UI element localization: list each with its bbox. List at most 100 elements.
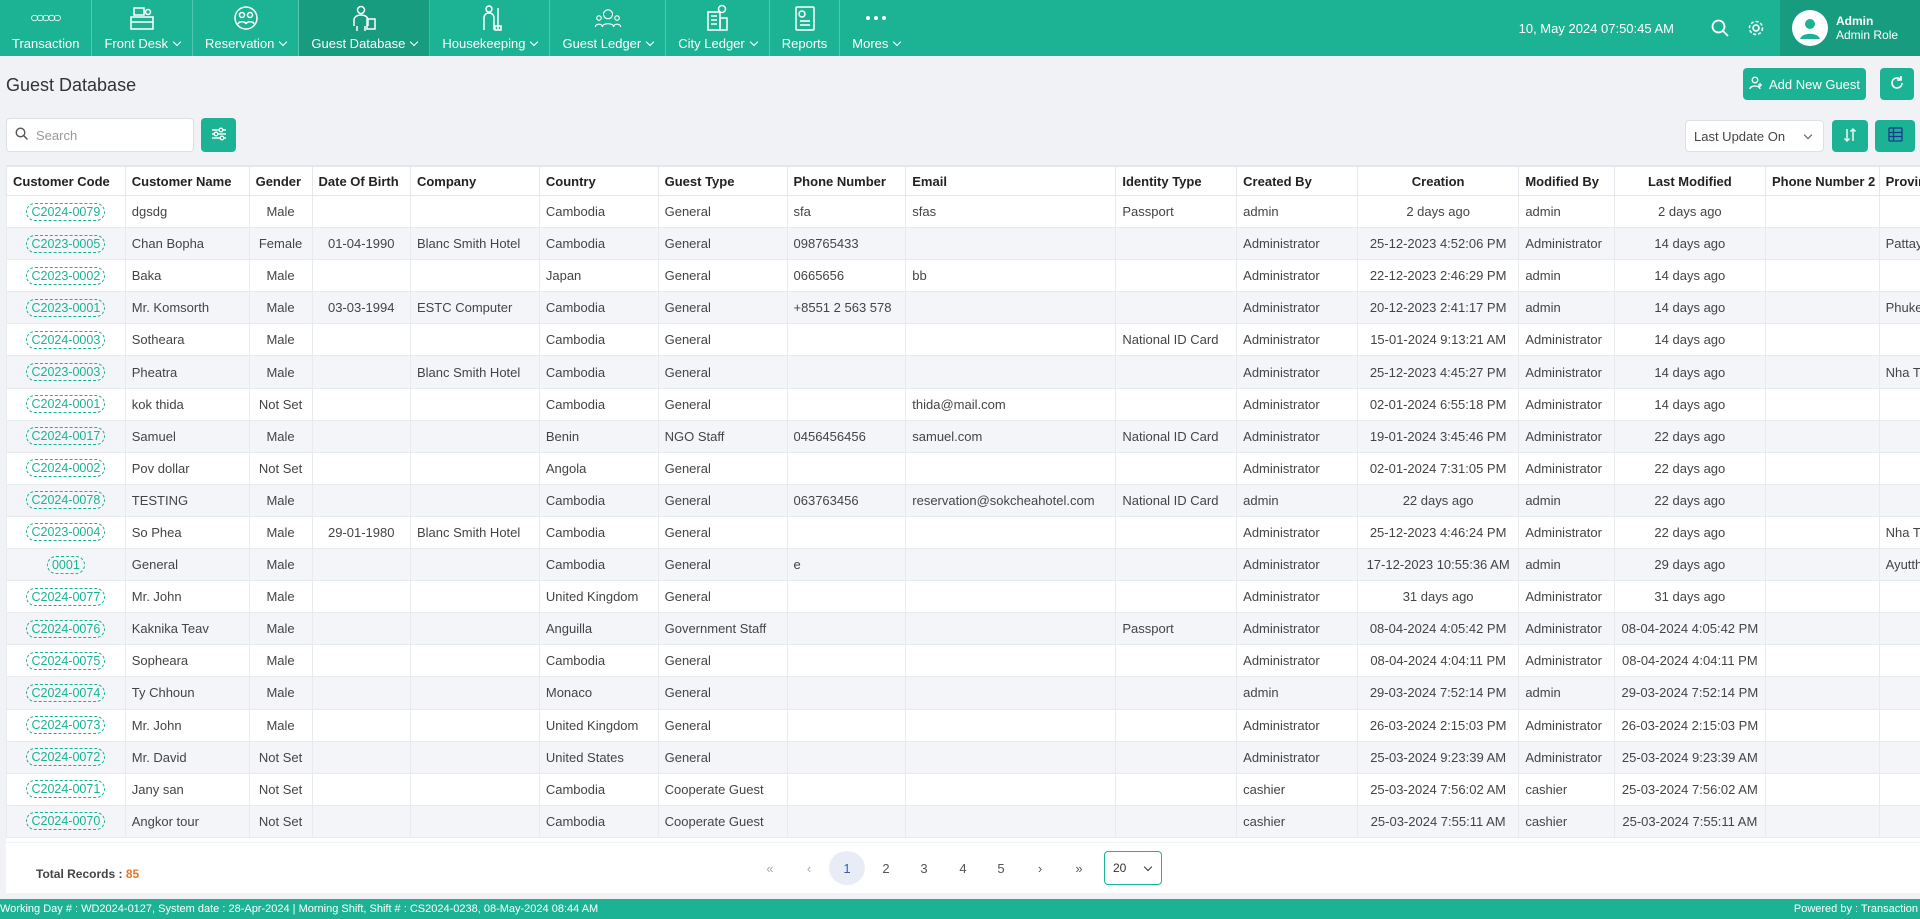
gear-icon[interactable] <box>1738 10 1774 46</box>
table-row[interactable]: C2024-0079 dgsdg Male Cambodia General sfa sfa… <box>6 194 1920 229</box>
customer-code-badge[interactable]: C2024-0079 <box>26 202 106 221</box>
customer-code-badge[interactable]: C2024-0070 <box>26 812 106 831</box>
customer-code-badge[interactable]: C2024-0017 <box>26 427 106 446</box>
table-cell: 29-03-2024 7:52:14 PM <box>1356 676 1520 710</box>
customer-code-badge[interactable]: C2024-0073 <box>26 716 106 735</box>
prev-page-button[interactable]: ‹ <box>791 851 827 885</box>
user-menu[interactable]: Admin Admin Role <box>1780 0 1920 56</box>
column-header[interactable]: Customer Name <box>124 166 250 196</box>
table-row[interactable]: C2024-0070 Angkor tour Not Set Cambodia Coop… <box>6 804 1920 838</box>
customer-code-badge[interactable]: C2024-0071 <box>26 780 106 799</box>
page-button-2[interactable]: 2 <box>868 851 904 885</box>
table-row[interactable]: C2024-0001 kok thida Not Set Cambodia Genera… <box>6 387 1920 421</box>
column-header[interactable]: Created By <box>1236 166 1358 196</box>
nav-housekeeping[interactable]: Housekeeping <box>430 0 551 56</box>
column-header[interactable]: Customer Code <box>6 166 126 196</box>
table-row[interactable]: C2023-0001 Mr. Komsorth Male 03-03-1994 ESTC… <box>6 291 1920 325</box>
sort-by-select[interactable]: Last Update On <box>1685 120 1824 152</box>
next-page-button[interactable]: › <box>1022 851 1058 885</box>
customer-code-badge[interactable]: C2023-0005 <box>26 234 106 253</box>
column-header[interactable]: Identity Type <box>1115 166 1238 196</box>
table-cell <box>1878 323 1920 357</box>
column-header[interactable]: Guest Type <box>657 166 788 196</box>
table-cell: Administrator <box>1236 548 1358 582</box>
customer-code-badge[interactable]: C2023-0002 <box>26 266 106 285</box>
table-row[interactable]: C2024-0077 Mr. John Male United Kingdom Gene… <box>6 580 1920 614</box>
page-button-4[interactable]: 4 <box>945 851 981 885</box>
nav-guest-ledger[interactable]: Guest Ledger <box>550 0 667 56</box>
customer-code-badge[interactable]: C2024-0078 <box>26 491 106 510</box>
column-header[interactable]: Email <box>905 166 1117 196</box>
table-row[interactable]: C2024-0078 TESTING Male Cambodia General 0637… <box>6 483 1920 517</box>
table-row[interactable]: C2023-0005 Chan Bopha Female 01-04-1990 Blan… <box>6 227 1920 261</box>
column-header[interactable]: Last Modified <box>1613 166 1766 196</box>
column-header[interactable]: Country <box>538 166 659 196</box>
nav-transaction[interactable]: Transaction <box>0 0 93 56</box>
customer-code-badge[interactable]: C2024-0075 <box>26 651 106 670</box>
table-cell: 14 days ago <box>1613 387 1766 421</box>
table-cell <box>786 676 907 710</box>
table-row[interactable]: C2023-0004 So Phea Male 29-01-1980 Blanc Smi… <box>6 515 1920 550</box>
filter-button[interactable] <box>201 118 236 152</box>
page-button-1[interactable]: 1 <box>829 851 865 885</box>
page-button-5[interactable]: 5 <box>983 851 1019 885</box>
last-page-button[interactable]: » <box>1061 851 1097 885</box>
page-size-select[interactable]: 20 <box>1104 851 1162 885</box>
table-row[interactable]: C2024-0075 Sopheara Male Cambodia General Adm… <box>6 644 1920 678</box>
column-header[interactable]: Gender <box>248 166 313 196</box>
column-header[interactable]: Phone Number 2 <box>1764 166 1880 196</box>
table-cell: Female <box>248 227 313 261</box>
column-header[interactable]: Company <box>409 166 540 196</box>
table-row[interactable]: C2023-0002 Baka Male Japan General 0665656 bb A… <box>6 259 1920 293</box>
customer-code-badge[interactable]: C2024-0001 <box>26 395 106 414</box>
table-row[interactable]: C2024-0003 Sotheara Male Cambodia General Nat… <box>6 323 1920 357</box>
nav-city-ledger[interactable]: City Ledger <box>666 0 770 56</box>
table-row[interactable]: C2024-0071 Jany san Not Set Cambodia Coopera… <box>6 772 1920 806</box>
search-icon[interactable] <box>1702 10 1738 46</box>
table-cell <box>1115 804 1238 838</box>
table-row[interactable]: C2023-0003 Pheatra Male Blanc Smith Hotel Ca… <box>6 355 1920 389</box>
table-row[interactable]: C2024-0017 Samuel Male Benin NGO Staff 045645… <box>6 419 1920 453</box>
customer-code-badge[interactable]: C2024-0074 <box>26 683 106 702</box>
column-header[interactable]: Province <box>1878 166 1920 196</box>
customer-code-badge[interactable]: C2024-0072 <box>26 748 106 767</box>
nav-front-desk[interactable]: Front Desk <box>92 0 194 56</box>
customer-code-badge[interactable]: 0001 <box>46 555 85 574</box>
grid-view-button[interactable] <box>1875 120 1915 152</box>
table-cell: admin <box>1518 548 1615 582</box>
nav-mores[interactable]: Mores <box>840 0 912 56</box>
table-cell: Not Set <box>248 804 313 838</box>
page-button-3[interactable]: 3 <box>906 851 942 885</box>
table-cell: Male <box>248 612 313 646</box>
table-cell: 25-03-2024 9:23:39 AM <box>1356 740 1520 774</box>
customer-code-badge[interactable]: C2024-0077 <box>26 587 106 606</box>
table-cell: Male <box>248 194 313 229</box>
column-header[interactable]: Phone Number <box>786 166 907 196</box>
column-header[interactable]: Modified By <box>1518 166 1615 196</box>
customer-code-badge[interactable]: C2024-0003 <box>26 330 106 349</box>
customer-code-badge[interactable]: C2023-0004 <box>26 523 106 542</box>
search-input[interactable] <box>36 127 176 143</box>
table-cell: So Phea <box>124 515 250 550</box>
table-cell: 25-12-2023 4:46:24 PM <box>1356 515 1520 550</box>
first-page-button[interactable]: « <box>752 851 788 885</box>
table-row[interactable]: C2024-0076 Kaknika Teav Male Anguilla Govern… <box>6 612 1920 646</box>
nav-reservation[interactable]: Reservation <box>193 0 300 56</box>
table-row[interactable]: C2024-0002 Pov dollar Not Set Angola General… <box>6 451 1920 485</box>
customer-code-badge[interactable]: C2024-0076 <box>26 619 106 638</box>
column-header[interactable]: Date Of Birth <box>311 166 411 196</box>
customer-code-badge[interactable]: C2023-0001 <box>26 298 106 317</box>
nav-guest-database[interactable]: Guest Database <box>299 0 431 56</box>
table-row[interactable]: C2024-0073 Mr. John Male United Kingdom Gene… <box>6 708 1920 742</box>
table-row[interactable]: C2024-0072 Mr. David Not Set United States G… <box>6 740 1920 774</box>
table-row[interactable]: 0001 General Male Cambodia General e Administr… <box>6 548 1920 582</box>
column-header[interactable]: Creation <box>1356 166 1520 196</box>
customer-code-badge[interactable]: C2024-0002 <box>26 459 106 478</box>
sort-direction-button[interactable] <box>1832 120 1868 152</box>
add-guest-button[interactable]: Add New Guest <box>1743 68 1866 100</box>
table-row[interactable]: C2024-0074 Ty Chhoun Male Monaco General admi… <box>6 676 1920 710</box>
table-cell <box>1764 419 1880 453</box>
nav-reports[interactable]: Reports <box>770 0 841 56</box>
customer-code-badge[interactable]: C2023-0003 <box>26 363 106 382</box>
refresh-button[interactable] <box>1880 68 1914 100</box>
